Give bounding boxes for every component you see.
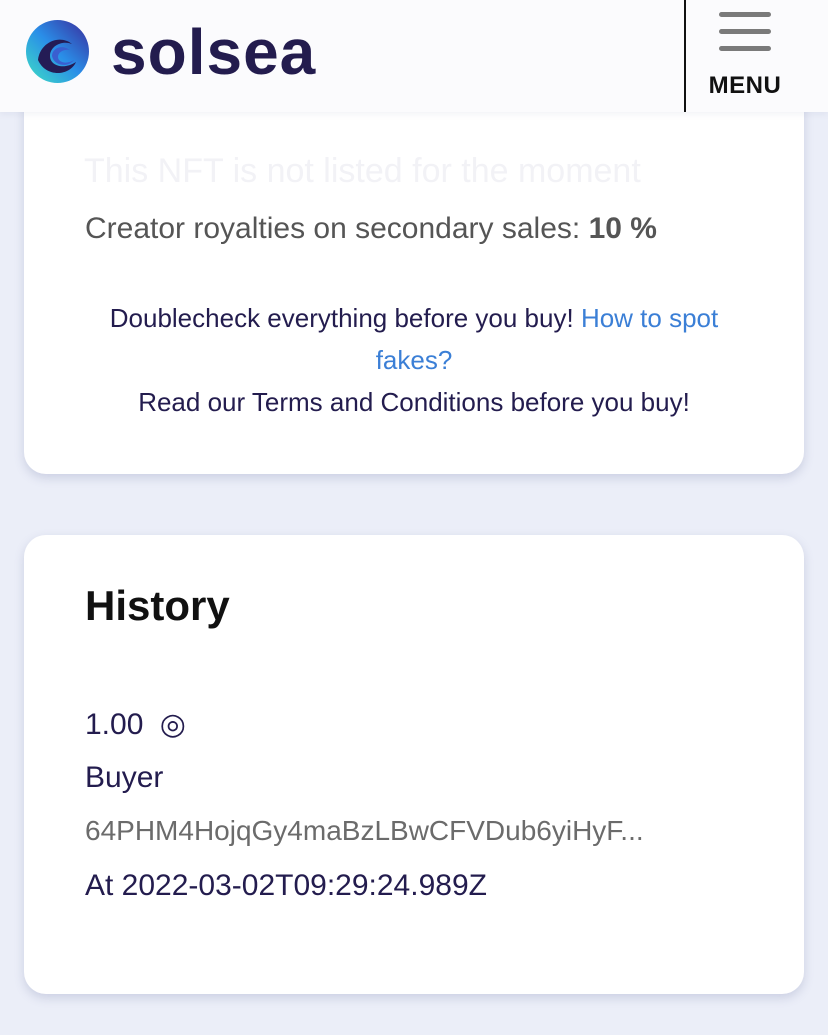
top-header: solsea MENU [0,0,828,112]
doublecheck-notice: Doublecheck everything before you buy! [109,303,574,333]
menu-label: MENU [708,72,782,99]
history-date: At 2022-03-02T09:29:24.989Z [85,869,487,902]
sol-coin-icon: ◎ [159,708,186,741]
history-price: 1.00 ◎ [85,707,186,742]
history-role: Buyer [85,761,164,794]
hamburger-icon [719,12,771,52]
listing-status-text: This NFT is not listed for the moment [84,152,641,190]
history-title: History [85,582,230,629]
menu-button[interactable]: MENU [686,0,828,112]
brand-logo-text[interactable]: solsea [111,12,316,92]
buyer-notice: Doublecheck everything before you buy! H… [84,297,744,423]
buyer-address-link[interactable]: 64PHM4HojqGy4maBzLBwCFVDub6yiHyF... [85,815,735,847]
sale-info-card: This NFT is not listed for the moment Cr… [24,60,804,474]
terms-notice: Read our Terms and Conditions before you… [138,387,690,417]
royalties-info: Creator royalties on secondary sales: 10… [85,212,657,246]
solsea-wave-icon[interactable] [26,20,89,83]
price-value: 1.00 [85,708,144,741]
royalties-label: Creator royalties on secondary sales: [85,212,581,245]
history-card: History 1.00 ◎ Buyer 64PHM4HojqGy4maBzLB… [24,535,804,994]
royalties-value: 10 % [588,212,657,245]
